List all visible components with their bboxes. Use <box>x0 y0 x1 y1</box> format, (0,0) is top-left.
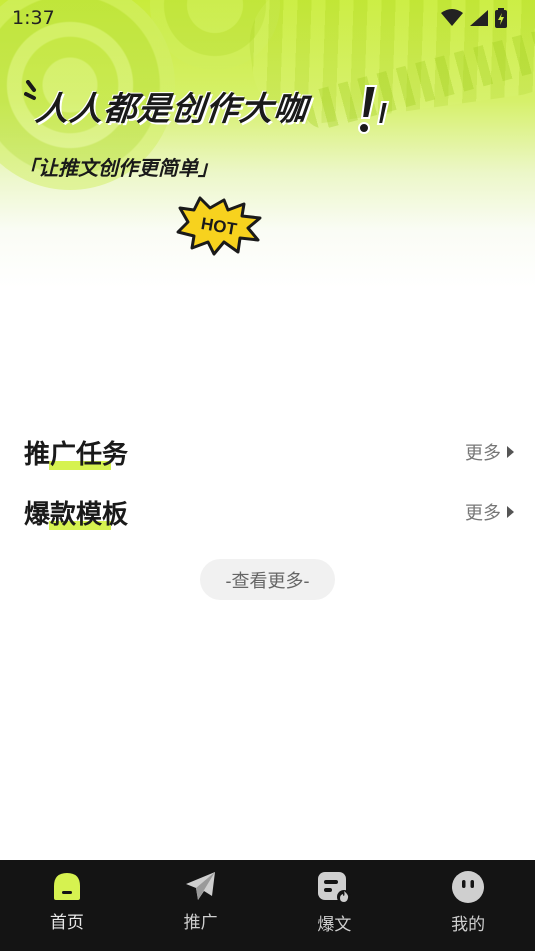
more-link[interactable]: 更多 <box>465 499 514 525</box>
more-link[interactable]: 更多 <box>465 439 514 465</box>
section-title-text: 爆款模板 <box>24 499 129 530</box>
status-icons <box>441 8 507 28</box>
profile-face-icon <box>452 871 485 903</box>
tab-label: 首页 <box>49 913 84 933</box>
tab-profile[interactable]: 我的 <box>401 860 535 951</box>
chevron-right-icon <box>507 446 514 458</box>
tab-hot-articles[interactable]: 爆文 <box>268 860 402 951</box>
tab-home[interactable]: 首页 <box>0 860 134 951</box>
bottom-tab-bar: 首页 推广 爆文 我的 <box>0 860 535 951</box>
paper-plane-icon <box>185 872 215 900</box>
status-bar: 1:37 <box>0 0 535 36</box>
wifi-icon <box>441 9 463 26</box>
signal-icon <box>470 10 488 26</box>
status-time: 1:37 <box>12 7 55 29</box>
section-title: 爆款模板 <box>24 494 128 531</box>
tab-label: 我的 <box>451 915 486 935</box>
battery-icon <box>495 8 507 28</box>
more-link-label: 更多 <box>465 443 501 464</box>
section-promotion-tasks: 推广任务 更多 <box>24 432 514 472</box>
tab-label: 爆文 <box>317 915 352 935</box>
home-icon <box>53 873 80 900</box>
chevron-right-icon <box>507 506 514 518</box>
section-hot-templates: 爆款模板 更多 <box>24 492 514 532</box>
section-title-text: 推广任务 <box>24 439 129 470</box>
tab-promote[interactable]: 推广 <box>134 860 268 951</box>
hero-headline: 人人都是创作大咖 <box>33 89 310 128</box>
more-link-label: 更多 <box>465 503 501 524</box>
hot-badge-icon: HOT <box>176 196 262 256</box>
exclamation-icon <box>358 85 390 134</box>
tab-label: 推广 <box>183 913 218 933</box>
hero-subtitle: 「让推文创作更简单」 <box>18 156 218 180</box>
section-title: 推广任务 <box>24 434 128 471</box>
view-more-button[interactable]: -查看更多- <box>200 559 335 600</box>
hot-article-icon <box>318 872 352 904</box>
